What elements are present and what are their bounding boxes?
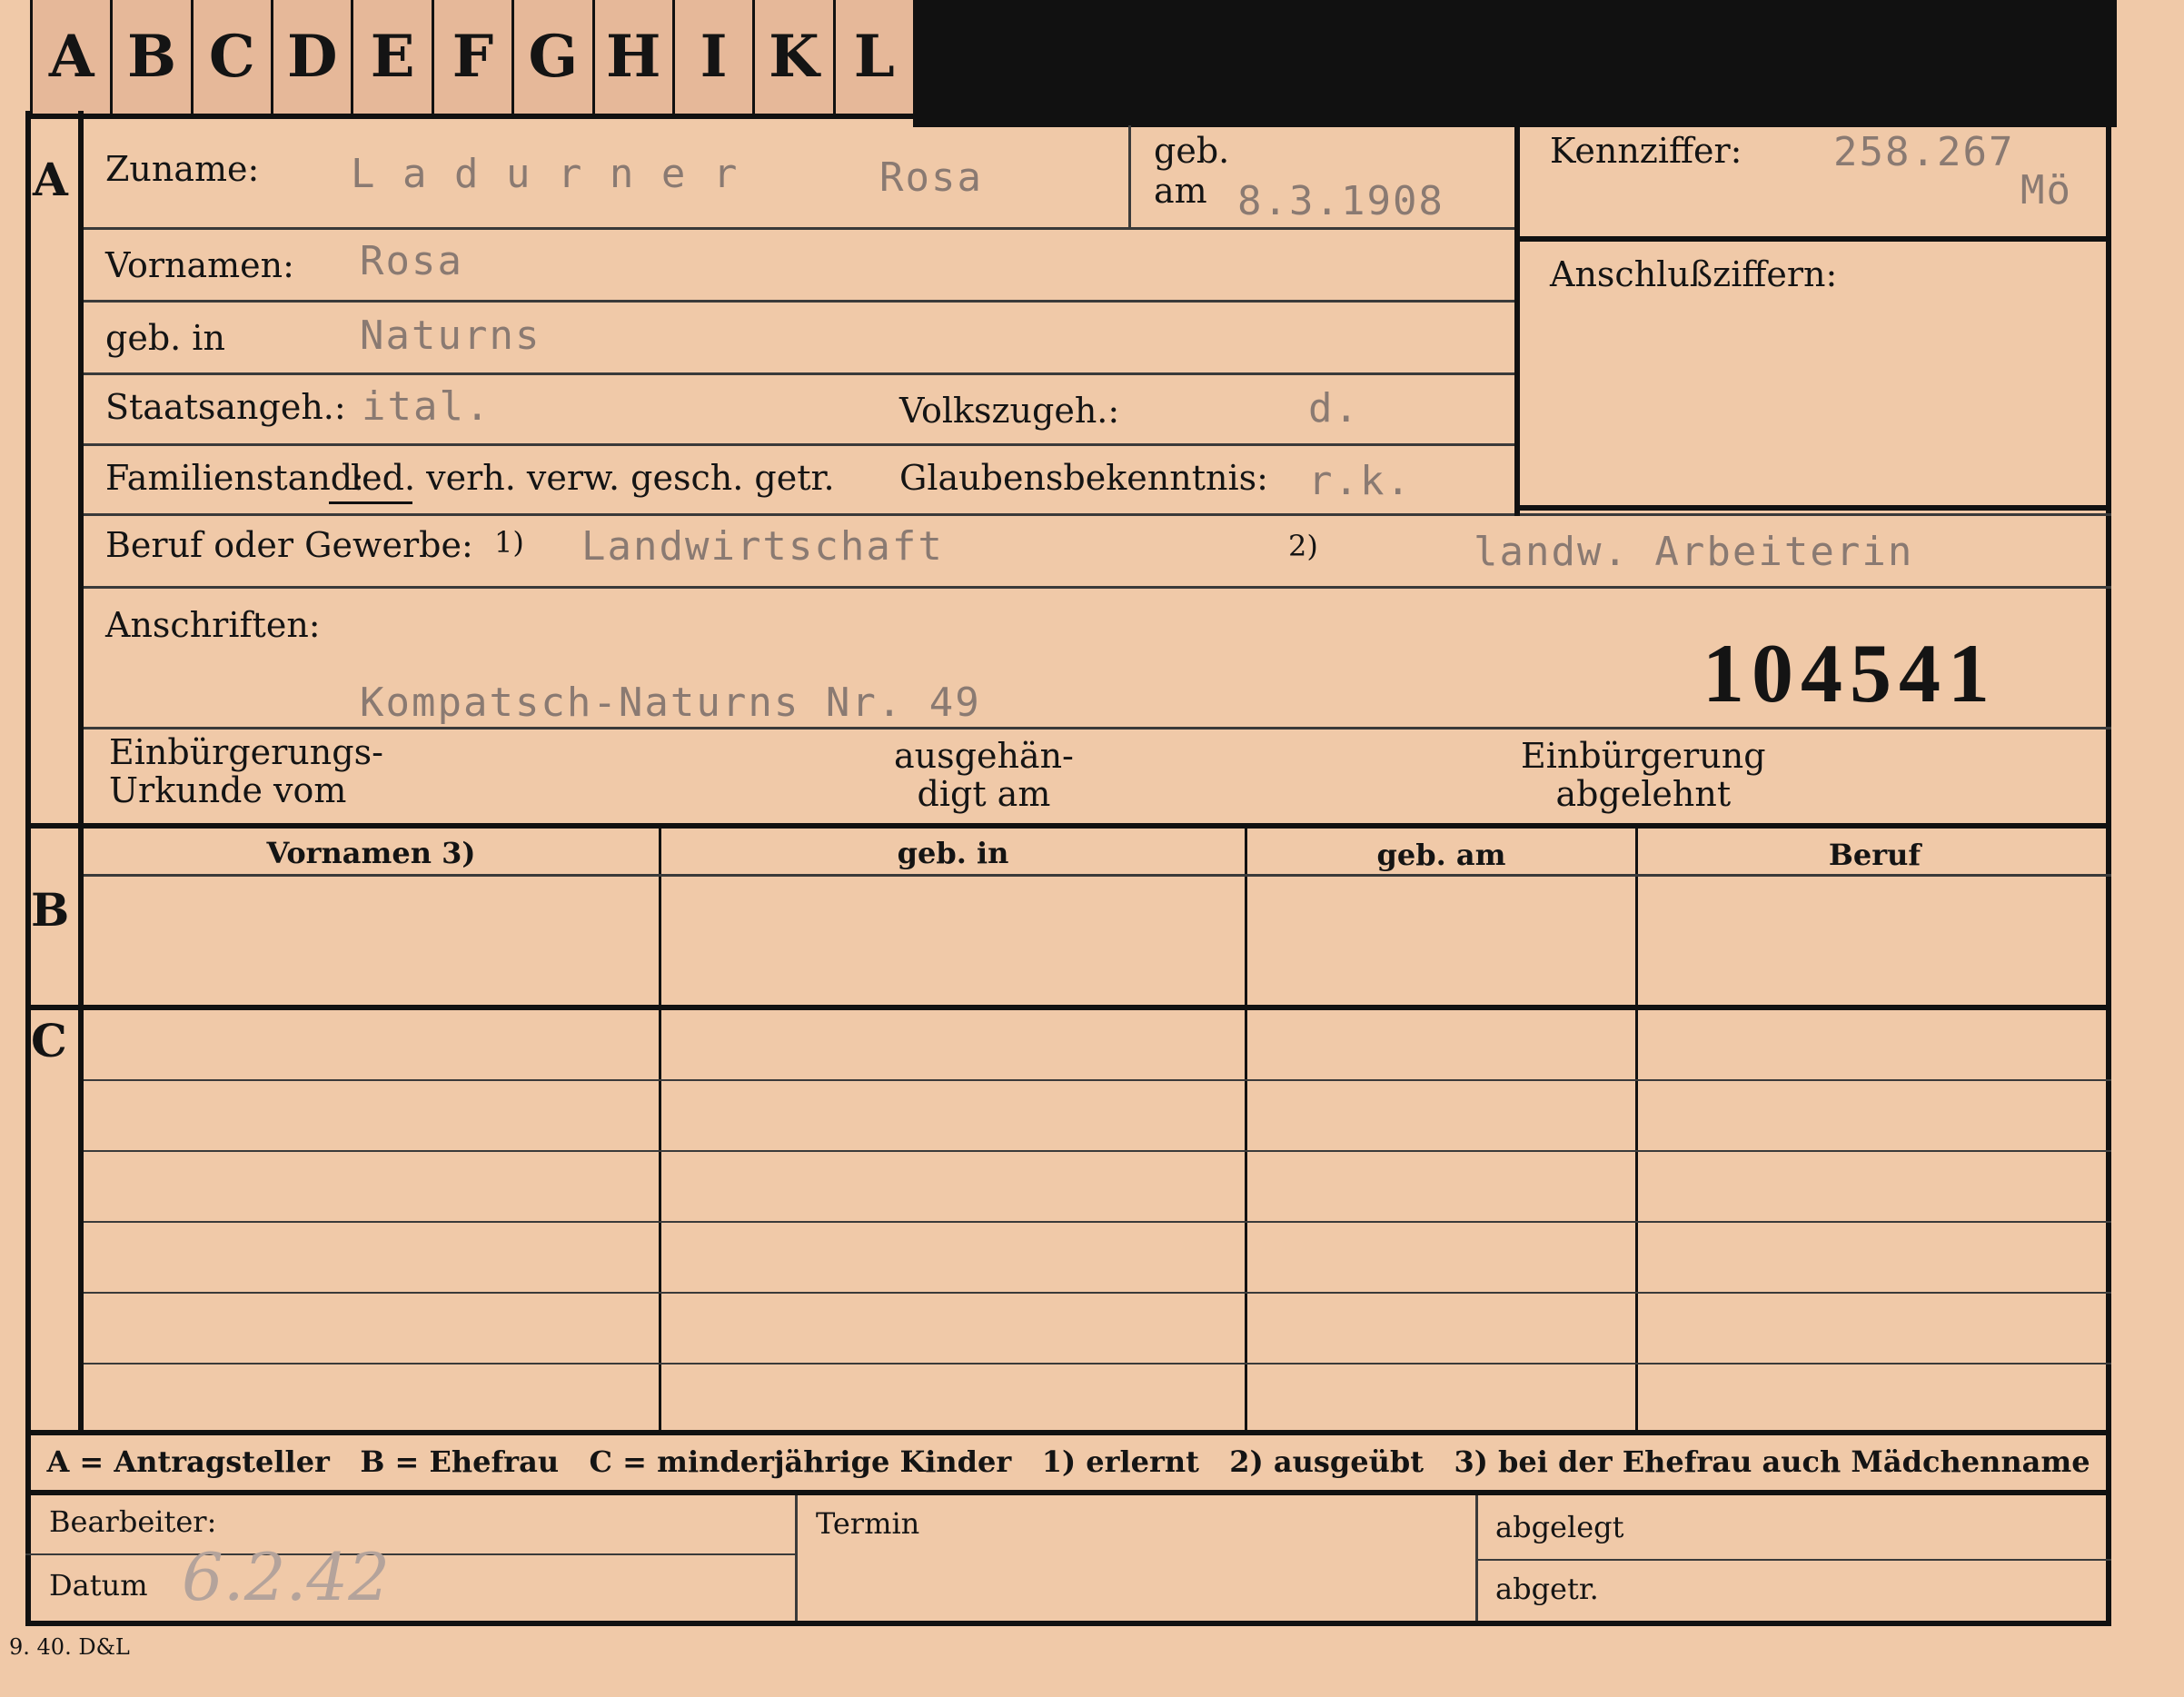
index-tab[interactable]: E [351, 0, 431, 114]
address-value: Kompatsch-Naturns Nr. 49 [360, 680, 981, 726]
table-row [84, 1363, 2111, 1365]
handwritten-date: 6.2.42 [182, 1539, 391, 1615]
footnote-practised-marker: 2) [1288, 529, 1318, 563]
birthplace-label: geb. in [105, 318, 225, 358]
table-column-line [1245, 829, 1247, 1430]
section-divider [25, 1430, 2111, 1435]
citizenship-value: ital. [362, 383, 491, 430]
table-row [84, 1292, 2111, 1294]
ethnicity-value: d. [1308, 385, 1360, 432]
cell-line [1514, 125, 1520, 516]
birthplace-value: Naturns [360, 313, 541, 359]
marital-status-label: Familienstand: [105, 458, 364, 498]
cell-line [795, 1495, 798, 1621]
removed-label: abgetr. [1495, 1572, 1599, 1606]
id-number-value: 258.267 [1833, 129, 2015, 175]
row-line [1478, 1559, 2111, 1561]
table-header-line [84, 874, 2111, 877]
table-row [84, 1221, 2111, 1223]
marital-status-underline [329, 501, 412, 504]
table-row [84, 1079, 2111, 1081]
table-header-occupation: Beruf [1828, 838, 1921, 872]
table-column-line [1635, 829, 1638, 1430]
connection-numbers-label: Anschlußziffern: [1550, 254, 1838, 294]
row-line [84, 372, 1514, 375]
index-tab[interactable]: F [431, 0, 511, 114]
index-tab[interactable]: G [511, 0, 591, 114]
handed-over-label: ausgehän- digt am [894, 736, 1074, 814]
index-tab[interactable]: B [110, 0, 190, 114]
index-tabs: A B C D E F G H I K L [30, 0, 913, 119]
section-divider [25, 823, 2111, 829]
marital-status-options: led. verh. verw. gesch. getr. [351, 458, 835, 498]
naturalization-refused-label: Einbürgerung abgelehnt [1521, 736, 1766, 814]
naturalization-certificate-label: Einbürgerungs- Urkunde vom [109, 732, 383, 810]
occupation-practised-value: landw. Arbeiterin [1474, 529, 1914, 575]
citizenship-label: Staatsangeh.: [105, 387, 346, 427]
row-line [84, 727, 2111, 729]
birth-date-value: 8.3.1908 [1237, 178, 1444, 224]
section-c-marker: C [31, 1014, 67, 1067]
first-names-label: Vornamen: [105, 245, 294, 285]
index-tab[interactable]: A [30, 0, 110, 114]
cell-line [1475, 1495, 1478, 1621]
footnote-learned-marker: 1) [494, 525, 524, 560]
religion-value: r.k. [1308, 458, 1412, 504]
section-b-marker: B [31, 883, 70, 937]
ethnicity-label: Volkszugeh.: [899, 391, 1120, 431]
row-line [1514, 236, 2111, 242]
table-header-birthplace: geb. in [897, 836, 1009, 870]
card-margin-right [2117, 0, 2184, 1697]
id-number-suffix: Mö [2020, 167, 2072, 213]
table-column-line [659, 829, 661, 1430]
index-tab[interactable]: C [190, 0, 271, 114]
row-line [84, 443, 1514, 446]
occupation-learned-value: Landwirtschaft [581, 523, 944, 570]
table-header-birth-date: geb. am [1376, 838, 1506, 872]
table-header-first-names: Vornamen 3) [266, 836, 476, 870]
born-label: geb. [1154, 131, 1230, 171]
born-on-label: am [1154, 171, 1207, 211]
section-divider [25, 1490, 2111, 1495]
first-names-value: Rosa [360, 238, 463, 284]
row-line [25, 1553, 795, 1555]
index-tab[interactable]: L [832, 0, 913, 114]
surname-label: Zuname: [105, 149, 260, 189]
section-divider [25, 1005, 2111, 1010]
section-divider [78, 111, 84, 1430]
row-line [84, 300, 1514, 303]
print-mark: 9. 40. D&L [9, 1634, 130, 1660]
addresses-label: Anschriften: [105, 605, 321, 645]
date-label: Datum [49, 1568, 148, 1603]
row-line [84, 513, 2111, 516]
row-line [84, 586, 2111, 589]
cell-line [1128, 125, 1131, 229]
clerk-label: Bearbeiter: [49, 1504, 217, 1539]
index-tab[interactable]: D [271, 0, 351, 114]
deadline-label: Termin [816, 1506, 920, 1541]
index-tab[interactable]: K [752, 0, 832, 114]
section-a-marker: A [33, 153, 68, 206]
id-number-label: Kennziffer: [1550, 131, 1742, 171]
religion-label: Glaubensbekenntnis: [899, 458, 1268, 498]
filed-label: abgelegt [1495, 1510, 1624, 1544]
surname-firstname-value: Rosa [879, 154, 983, 201]
table-row [84, 1150, 2111, 1152]
index-tab[interactable]: I [671, 0, 752, 114]
index-tab[interactable]: H [591, 0, 672, 114]
row-line [1514, 505, 2111, 511]
surname-value: L a d u r n e r [351, 151, 740, 197]
occupation-label: Beruf oder Gewerbe: [105, 525, 473, 565]
row-line [84, 227, 1514, 230]
file-number: 104541 [1703, 627, 1997, 719]
black-background-top [913, 0, 2184, 127]
legend-text: A = Antragsteller B = Ehefrau C = minder… [46, 1444, 2090, 1479]
